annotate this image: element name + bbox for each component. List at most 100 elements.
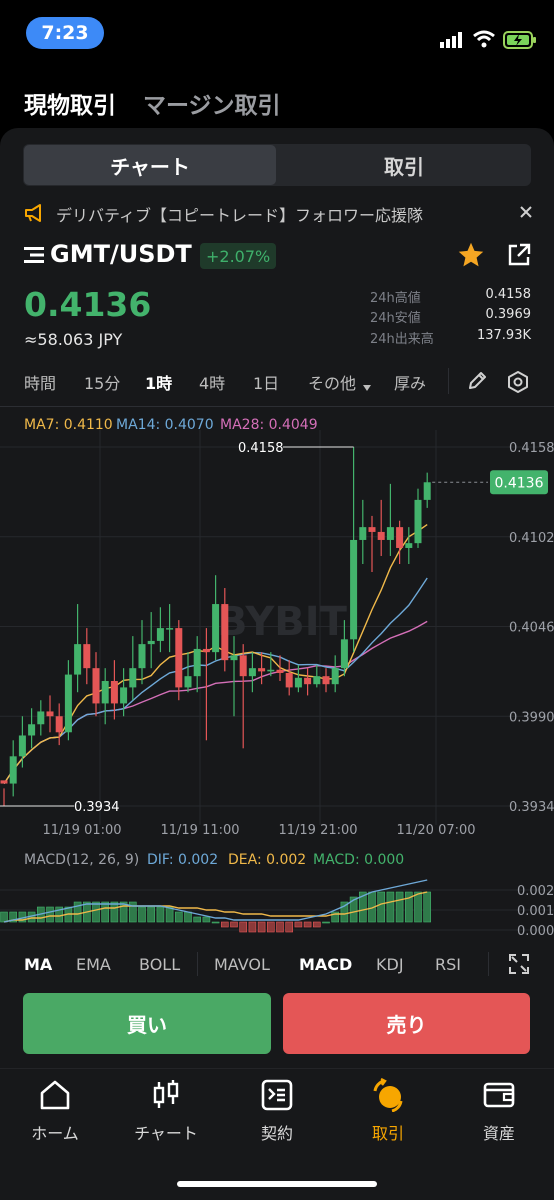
y-axis-label: 0.4046 [509,621,554,636]
macd-bar [211,921,220,924]
app-screen: 7:23 現物取引 マージン取引 チャート 取引 デリバティブ【コピートレード】… [0,0,554,1200]
nav-contract[interactable]: 契約 [222,1078,332,1148]
change-badge: +2.07% [200,243,277,269]
candle-chart-icon [153,1080,179,1108]
candle-body [368,527,376,532]
macd-bar [46,906,54,923]
nav-assets[interactable]: 資産 [444,1078,554,1148]
candle-body [423,482,431,500]
timeframe-4h[interactable]: 4時 [199,370,225,394]
pair-title[interactable]: GMT/USDT [50,240,192,268]
indicator-rsi[interactable]: RSI [435,955,461,974]
timeframe-1d[interactable]: 1日 [253,370,279,394]
candle-body [0,780,8,784]
indicator-macd[interactable]: MACD [299,955,352,974]
timeframe-1h[interactable]: 1時 [145,370,172,394]
macd-bar [92,901,100,923]
candle-body [377,531,385,540]
segment-trade[interactable]: 取引 [278,145,530,185]
candle-body [129,668,137,688]
macd-bar [230,921,238,928]
candle-body [37,711,45,725]
buy-button[interactable]: 買い [23,993,271,1054]
macd-bar [312,921,321,928]
indicator-kdj[interactable]: KDJ [376,955,404,974]
macd-params-label: MACD(12, 26, 9) [24,852,140,868]
indicator-boll[interactable]: BOLL [139,955,180,974]
candle-body [405,543,413,548]
last-price: 0.4136 [24,285,152,324]
indicator-ema[interactable]: EMA [76,955,111,974]
nav-trade[interactable]: 取引 [333,1078,443,1148]
depth-tab[interactable]: 厚み [394,370,426,394]
stat-value-volume: 137.93K [476,328,531,343]
announcement-text[interactable]: デリバティブ【コピートレード】フォロワー応援隊 [56,202,423,226]
pencil-icon[interactable] [466,370,488,392]
star-icon[interactable] [457,241,485,269]
nav-trade-label: 取引 [371,1124,404,1143]
macd-bar [423,891,432,923]
macd-bar [386,891,395,923]
fullscreen-icon[interactable] [508,953,530,975]
timeframe-time[interactable]: 時間 [24,370,56,394]
macd-bar [221,921,229,928]
candle-body [267,669,275,672]
contract-icon [261,1079,293,1111]
candle-body [46,711,54,717]
macd-bar [395,891,404,923]
sell-button[interactable]: 売り [283,993,530,1054]
tab-spot-trading[interactable]: 現物取引 [24,86,116,120]
nav-home[interactable]: ホーム [0,1078,110,1148]
candle-body [74,644,82,675]
candle-body [386,527,394,540]
candle-body [101,680,109,704]
macd-bar [414,891,422,923]
candle-body [258,668,266,672]
candle-body [313,676,321,685]
macd-value-label: MACD: 0.000 [313,852,405,868]
y-axis-label: 0.4158 [509,441,554,456]
candle-body [193,648,201,677]
macd-bar [257,921,266,933]
macd-bar [202,916,211,923]
status-time: 7:23 [26,17,104,49]
candle-body [230,655,238,661]
close-icon[interactable] [518,204,534,220]
nav-assets-label: 資産 [482,1124,515,1143]
candle-body [331,668,339,685]
candle-body [28,724,36,736]
candle-body [414,499,422,544]
candlestick-chart[interactable]: BYBIT 0.4158 0.4102 0.4046 0.3990 0.3934 11/19… [0,430,554,850]
nav-chart-label: チャート [134,1124,198,1143]
nav-chart[interactable]: チャート [111,1078,221,1148]
timeframe-more[interactable]: その他 [308,370,356,394]
indicator-mavol[interactable]: MAVOL [214,955,270,974]
external-link-icon[interactable] [506,242,532,268]
candle-body [147,640,155,645]
candle-body [9,756,17,784]
candle-body [120,687,128,704]
macd-bar [156,906,165,923]
indicator-divider-1 [197,952,198,976]
indicator-ma[interactable]: MA [24,955,52,974]
timeframe-15m[interactable]: 15分 [84,370,120,394]
menu-lines-icon[interactable] [24,246,44,264]
candle-body [83,644,91,669]
candle-body [92,668,100,704]
tab-margin-trading[interactable]: マージン取引 [143,86,281,120]
candle-body [359,527,367,540]
candle-body [184,676,192,688]
candle-body [212,604,220,653]
macd-bar [239,921,247,933]
candle-body [110,680,118,704]
candle-body [322,676,330,685]
settings-hexagon-icon[interactable] [507,370,529,394]
candle-body [202,648,210,653]
segment-chart[interactable]: チャート [24,145,276,185]
trade-coins-icon [373,1078,403,1112]
macd-bar [175,911,183,923]
stat-label-high: 24h高値 [370,291,421,306]
home-icon [40,1080,70,1110]
y-axis-label: 0.3990 [509,710,554,725]
indicator-divider-2 [488,952,489,976]
